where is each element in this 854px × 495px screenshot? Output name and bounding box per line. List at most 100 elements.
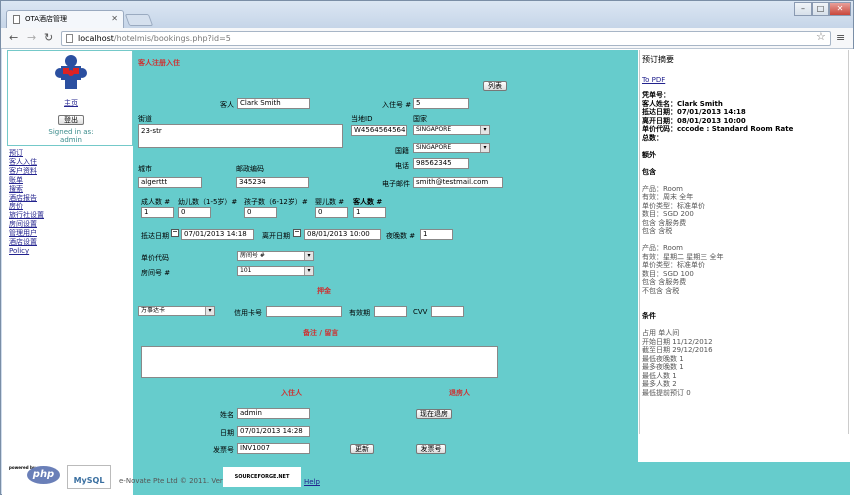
nationality-select[interactable]: SINGAPORE — [413, 143, 490, 153]
close-tab-icon[interactable]: ✕ — [111, 11, 118, 27]
expiry-label: 有效期 — [349, 309, 370, 317]
close-window-button[interactable]: ✕ — [829, 2, 851, 16]
cvv-field[interactable] — [431, 306, 464, 317]
sidebar-item-bills[interactable]: 账单 — [9, 176, 44, 185]
departure-field[interactable]: 08/01/2013 10:00 — [304, 229, 381, 240]
deposit-title: 押金 — [317, 287, 331, 295]
summary-line: 最低提前预订 0 — [642, 388, 691, 397]
summary-line: 额外 — [642, 150, 656, 159]
signed-in-label: Signed in as: — [48, 128, 94, 136]
page-content: 主页 登出 Signed in as: admin 预订 客人入住 客户资料 账… — [2, 49, 854, 495]
to-pdf-link[interactable]: To PDF — [642, 76, 665, 84]
phone-label: 电话 — [395, 162, 409, 170]
localid-field[interactable]: W45645645645 — [351, 125, 407, 136]
checkout-now-button[interactable]: 现在退房 — [416, 409, 452, 419]
infants-field[interactable]: 0 — [178, 207, 211, 218]
sidebar-user-box: 主页 登出 Signed in as: admin — [7, 50, 133, 146]
php-logo: php — [27, 466, 60, 484]
back-icon[interactable]: ← — [9, 31, 18, 45]
country-label: 国家 — [413, 115, 427, 123]
babies-label: 婴儿数 # — [315, 198, 345, 206]
sidebar: 主页 登出 Signed in as: admin 预订 客人入住 客户资料 账… — [7, 50, 133, 462]
menu-icon[interactable]: ≡ — [836, 31, 845, 44]
help-link[interactable]: Help — [304, 478, 320, 486]
browser-tab[interactable]: OTA酒店管理 ✕ — [6, 10, 124, 28]
room-select[interactable]: 101 — [237, 266, 314, 276]
phone-field[interactable]: 98562345 — [413, 158, 469, 169]
invoice-button[interactable]: 发票号 — [416, 444, 446, 454]
copyright-text: e-Novate Pte Ltd © 2011. Vers 1.1 — [119, 477, 240, 485]
form-title: 客人注册入住 — [138, 59, 180, 67]
tab-title: OTA酒店管理 — [25, 15, 68, 23]
summary-line: 不包含 含税 — [642, 286, 680, 295]
street-field[interactable]: 23-str — [138, 124, 343, 148]
invoice-label: 发票号 — [213, 446, 234, 454]
guests-field[interactable]: 1 — [353, 207, 386, 218]
name-label: 姓名 — [220, 411, 234, 419]
list-button[interactable]: 列表 — [483, 81, 507, 91]
summary-title: 预订摘要 — [642, 55, 674, 64]
maximize-button[interactable]: □ — [812, 2, 829, 16]
cvv-label: CVV — [413, 308, 428, 316]
bookmark-star-icon[interactable]: ☆ — [816, 30, 826, 43]
arrival-field[interactable]: 07/01/2013 14:18 — [181, 229, 254, 240]
card-no-field[interactable] — [266, 306, 342, 317]
minimize-button[interactable]: – — [794, 2, 812, 16]
remarks-title: 备注 / 留言 — [303, 329, 339, 337]
footer-bar-right — [639, 462, 850, 495]
sidebar-item-booking[interactable]: 预订 — [9, 149, 44, 158]
rate-label: 单价代码 — [141, 254, 169, 262]
forward-icon[interactable]: → — [27, 31, 36, 45]
city-field[interactable]: algerttt — [138, 177, 202, 188]
invoice-field[interactable]: INV1007 — [237, 443, 310, 454]
reload-icon[interactable]: ↻ — [44, 31, 53, 45]
adults-field[interactable]: 1 — [141, 207, 174, 218]
departure-label: 离开日期 — [262, 232, 290, 240]
summary-line: 条件 — [642, 312, 656, 320]
date-field[interactable]: 07/01/2013 14:28 — [237, 426, 310, 437]
nights-field[interactable]: 1 — [420, 229, 453, 240]
departure-calendar-icon[interactable] — [293, 229, 301, 237]
sidebar-item-rooms[interactable]: 房间设置 — [9, 220, 44, 229]
sidebar-item-rates[interactable]: 房价 — [9, 202, 44, 211]
sidebar-item-agents[interactable]: 旅行社设置 — [9, 211, 44, 220]
checkin-no-field[interactable]: 5 — [413, 98, 469, 109]
page-icon — [66, 34, 73, 43]
checkin-no-label: 入住号 # — [382, 101, 412, 109]
guest-field[interactable]: Clark Smith — [237, 98, 310, 109]
sidebar-item-checkin[interactable]: 客人入住 — [9, 158, 44, 167]
mysql-logo: MySQL — [67, 465, 111, 489]
new-tab-button[interactable] — [124, 14, 154, 26]
url-path: /hotelmis/bookings.php?id=5 — [113, 34, 231, 43]
checkin-person-title: 入住人 — [281, 389, 302, 397]
card-no-label: 信用卡号 — [234, 309, 262, 317]
name-field[interactable]: admin — [237, 408, 310, 419]
sidebar-nav: 预订 客人入住 客户资料 账单 搜索 酒店报告 房价 旅行社设置 房间设置 管理… — [9, 149, 44, 256]
expiry-field[interactable] — [374, 306, 407, 317]
guests-label: 客人数 # — [353, 198, 383, 206]
room-label: 房间号 # — [141, 269, 171, 277]
update-button[interactable]: 更新 — [350, 444, 374, 454]
sidebar-item-policy[interactable]: Policy — [9, 247, 44, 256]
logout-button[interactable]: 登出 — [58, 115, 84, 125]
infants-label: 幼儿数（1-5岁）# — [178, 198, 238, 206]
card-type-select[interactable]: 万事达卡 — [138, 306, 215, 316]
sidebar-item-guests[interactable]: 客户资料 — [9, 167, 44, 176]
sidebar-item-users[interactable]: 管理用户 — [9, 229, 44, 238]
postcode-field[interactable]: 345234 — [236, 177, 309, 188]
date-label: 日期 — [220, 429, 234, 437]
sidebar-item-search[interactable]: 搜索 — [9, 185, 44, 194]
rate-select[interactable]: 房间号 # — [237, 251, 314, 261]
country-select[interactable]: SINGAPORE — [413, 125, 490, 135]
email-field[interactable]: smith@testmail.com — [413, 177, 503, 188]
home-link[interactable]: 主页 — [8, 98, 134, 108]
sidebar-item-hotel[interactable]: 酒店设置 — [9, 238, 44, 247]
checkout-person-title: 退房人 — [449, 389, 470, 397]
babies-field[interactable]: 0 — [315, 207, 348, 218]
children-label: 孩子数（6-12岁）# — [244, 198, 308, 206]
summary-line: 包含 含税 — [642, 227, 673, 235]
arrival-calendar-icon[interactable] — [171, 229, 179, 237]
address-bar[interactable]: localhost/hotelmis/bookings.php?id=5 — [61, 31, 831, 46]
remarks-field[interactable] — [141, 346, 498, 378]
children-field[interactable]: 0 — [244, 207, 277, 218]
